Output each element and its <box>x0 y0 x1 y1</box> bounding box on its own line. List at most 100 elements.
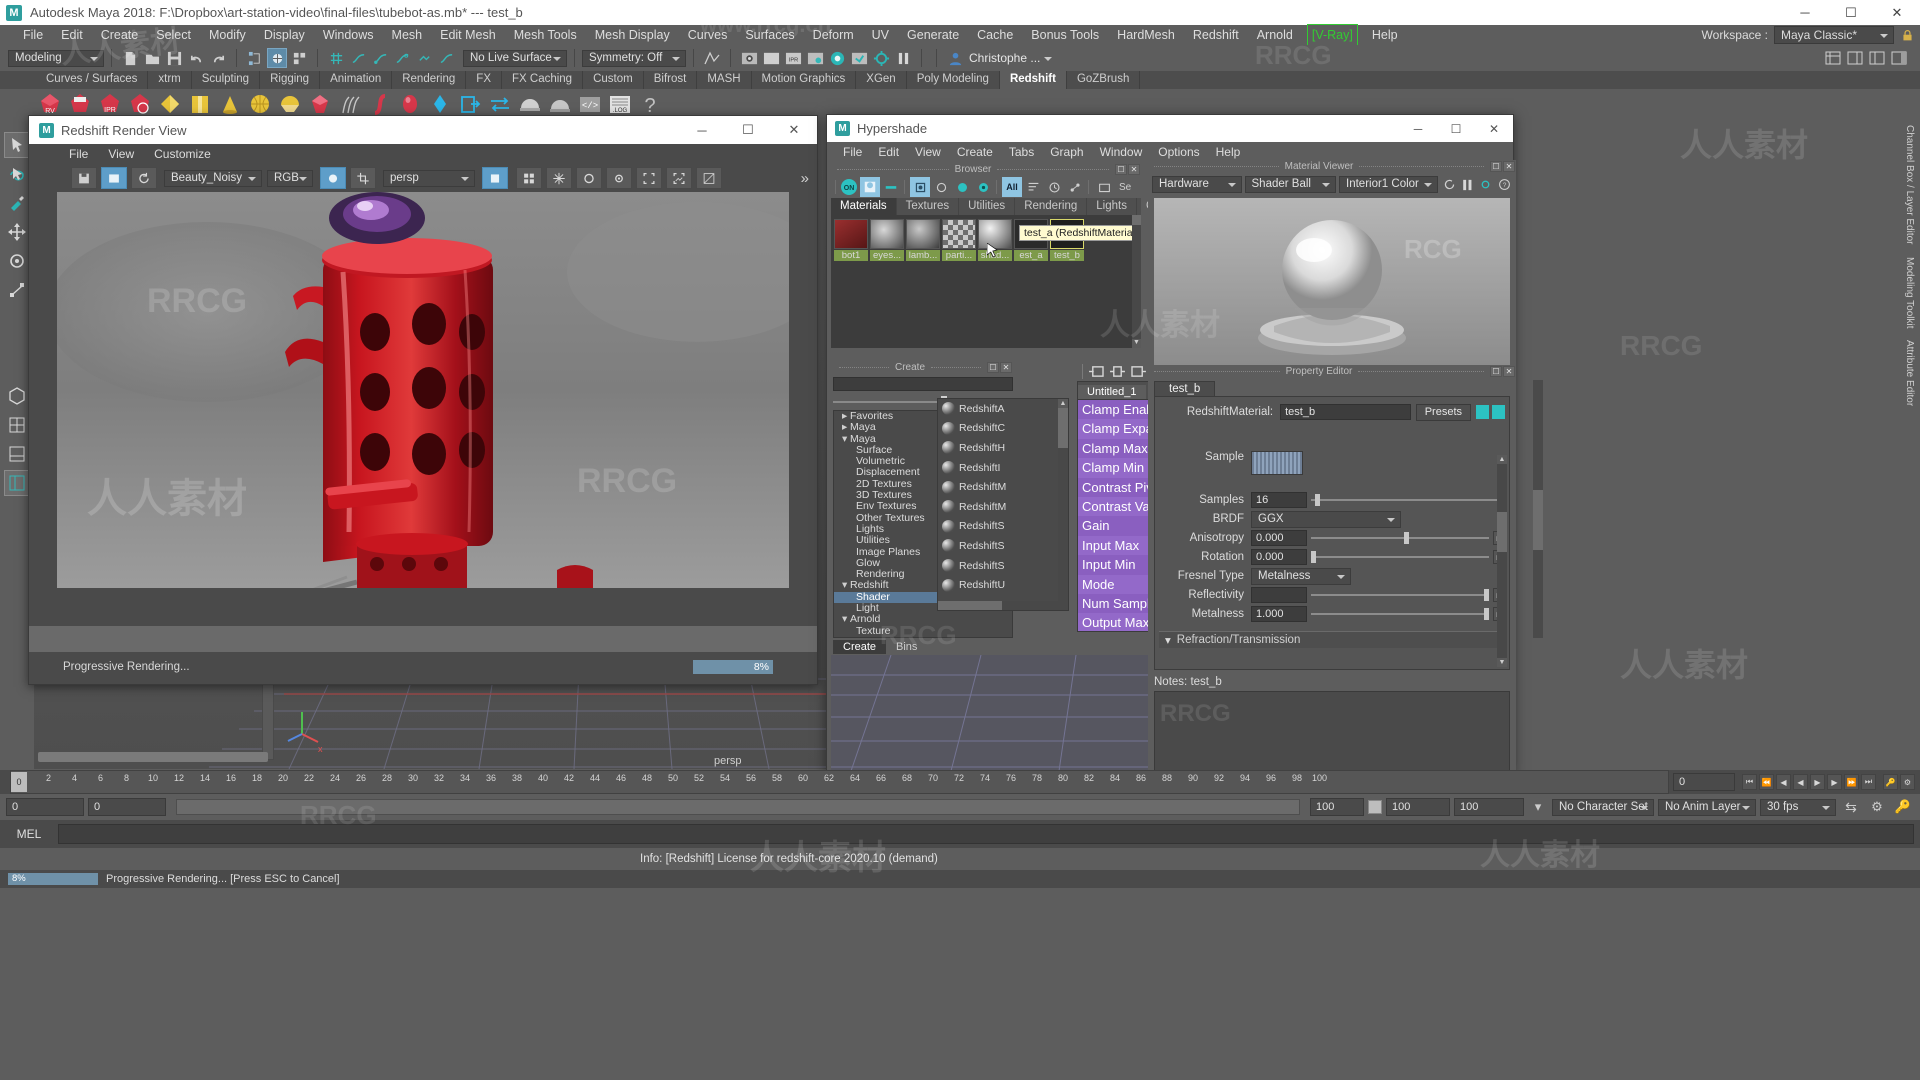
rv-exposure-icon[interactable] <box>320 167 346 189</box>
property-editor-tab-test-b[interactable]: test_b <box>1154 381 1215 396</box>
browser-tab-materials[interactable]: Materials <box>831 198 897 215</box>
create-undock-button[interactable]: ☐ <box>987 362 999 373</box>
shelf-tab-animation[interactable]: Animation <box>320 71 392 89</box>
presets-button[interactable]: Presets <box>1416 404 1471 421</box>
hypershade-minimize-button[interactable]: ─ <box>1399 115 1437 142</box>
node-list-item[interactable]: RedshiftH <box>938 438 1068 458</box>
row-value[interactable]: 1.000 <box>1251 606 1307 622</box>
property-editor-undock-button[interactable]: ☐ <box>1490 366 1502 377</box>
command-language-label[interactable]: MEL <box>0 827 58 841</box>
notes-textarea[interactable] <box>1154 691 1510 771</box>
material-viewer-help-icon[interactable]: ? <box>1496 177 1512 193</box>
input-output-connections-icon[interactable] <box>1108 363 1126 379</box>
go-to-start-button[interactable]: ⏮ <box>1742 774 1757 790</box>
create-footer-tab-create[interactable]: Create <box>833 640 886 654</box>
scale-tool-icon[interactable] <box>4 277 30 303</box>
playback-end-field[interactable]: 100 <box>1454 798 1524 816</box>
render-view-minimize-button[interactable]: ─ <box>679 116 725 144</box>
dock-label-attribute-editor[interactable]: Attribute Editor <box>1902 334 1917 412</box>
redshift-portal-icon[interactable] <box>306 91 334 118</box>
render-view-menu-file[interactable]: File <box>59 147 98 161</box>
snap-to-point-icon[interactable] <box>370 48 390 68</box>
shelf-tab-bifrost[interactable]: Bifrost <box>644 71 698 89</box>
redshift-render-view-window[interactable]: M Redshift Render View ─ ☐ ✕ File View C… <box>28 115 818 685</box>
menu-item-mesh-display[interactable]: Mesh Display <box>586 25 679 45</box>
shelf-tab-fx[interactable]: FX <box>466 71 502 89</box>
select-tool-icon[interactable] <box>4 132 30 158</box>
redshift-sphere-icon[interactable] <box>396 91 424 118</box>
node-list-hscrollbar[interactable] <box>938 601 1069 610</box>
row-slider[interactable] <box>1311 492 1501 508</box>
menu-item-mesh-tools[interactable]: Mesh Tools <box>505 25 586 45</box>
material-viewer-preview[interactable]: RCG <box>1154 198 1510 366</box>
timeline-ticks[interactable]: 0 <box>10 770 1669 794</box>
loop-playback-icon[interactable]: ⇆ <box>1840 799 1862 816</box>
redo-icon[interactable] <box>208 48 228 68</box>
render-view-menu-view[interactable]: View <box>98 147 144 161</box>
hypershade-menu-create[interactable]: Create <box>949 145 1001 159</box>
step-forward-key-button[interactable]: ⏩ <box>1844 774 1859 790</box>
property-editor-close-button[interactable]: ✕ <box>1503 366 1515 377</box>
key-preferences-icon[interactable]: 🔑 <box>1892 799 1914 815</box>
material-swatch-eyes[interactable]: eyes... <box>870 219 904 261</box>
redshift-code-icon[interactable]: </> <box>576 91 604 118</box>
redshift-environment-icon[interactable] <box>426 91 454 118</box>
hypershade-icon[interactable] <box>827 48 847 68</box>
browser-sort-icon[interactable] <box>1023 177 1043 197</box>
rv-fit-icon[interactable] <box>636 167 662 189</box>
attribute-editor-toggle-icon[interactable] <box>1845 48 1865 68</box>
hypershade-menu-file[interactable]: File <box>835 145 870 159</box>
select-by-component-icon[interactable] <box>289 48 309 68</box>
step-back-frame-button[interactable]: ◀ <box>1776 774 1791 790</box>
menu-item-mesh[interactable]: Mesh <box>383 25 432 45</box>
redshift-proxy-icon[interactable] <box>156 91 184 118</box>
redshift-log-icon[interactable]: .LOG <box>606 91 634 118</box>
ipr-render-icon[interactable]: IPR <box>783 48 803 68</box>
menu-item-edit[interactable]: Edit <box>52 25 92 45</box>
snap-to-grid-icon[interactable] <box>326 48 346 68</box>
shelf-tab-fx-caching[interactable]: FX Caching <box>502 71 583 89</box>
make-live-icon[interactable] <box>436 48 456 68</box>
node-list-item[interactable]: RedshiftI <box>938 458 1068 478</box>
minimize-button[interactable]: ─ <box>1782 0 1828 25</box>
redshift-volume-icon[interactable] <box>186 91 214 118</box>
render-view-menu-customize[interactable]: Customize <box>144 147 221 161</box>
rv-camera-selector[interactable]: persp <box>383 170 475 187</box>
signed-in-user[interactable]: Christophe ... <box>966 51 1056 65</box>
menu-item-uv[interactable]: UV <box>863 25 898 45</box>
node-list-item[interactable]: RedshiftM <box>938 477 1068 497</box>
rv-lock-aspect-icon[interactable] <box>482 167 508 189</box>
menu-item-arnold[interactable]: Arnold <box>1248 25 1302 45</box>
select-by-hierarchy-icon[interactable] <box>245 48 265 68</box>
step-forward-frame-button[interactable]: ▶ <box>1827 774 1842 790</box>
range-options-icon[interactable]: ▾ <box>1528 799 1548 815</box>
close-button[interactable]: ✕ <box>1874 0 1920 25</box>
hypershade-menu-help[interactable]: Help <box>1208 145 1249 159</box>
rv-settings-icon[interactable] <box>606 167 632 189</box>
browser-tab-lights[interactable]: Lights <box>1087 198 1137 215</box>
input-connections-icon[interactable] <box>1087 363 1105 379</box>
dock-label-modeling-toolkit[interactable]: Modeling Toolkit <box>1902 251 1917 335</box>
browser-swatch-view-icon[interactable] <box>860 177 880 197</box>
anim-layer-selector[interactable]: No Anim Layer <box>1658 799 1756 816</box>
row-slider[interactable] <box>1311 606 1489 622</box>
rv-snapshot-icon[interactable] <box>546 167 572 189</box>
hypershade-menu-edit[interactable]: Edit <box>870 145 907 159</box>
node-focus-icon[interactable] <box>1476 405 1489 419</box>
paint-select-tool-icon[interactable] <box>4 190 30 216</box>
menu-item-vray[interactable]: [V-Ray] <box>1307 24 1358 46</box>
menu-item-bonus-tools[interactable]: Bonus Tools <box>1022 25 1108 45</box>
hypershade-menu-graph[interactable]: Graph <box>1042 145 1091 159</box>
shelf-tab-gozbrush[interactable]: GoZBrush <box>1067 71 1140 89</box>
create-close-button[interactable]: ✕ <box>1000 362 1012 373</box>
hypershade-menu-tabs[interactable]: Tabs <box>1001 145 1042 159</box>
live-surface-field[interactable]: No Live Surface <box>463 50 567 67</box>
row-value-combo[interactable]: Metalness <box>1251 568 1351 585</box>
hypershade-right-scrollbar[interactable] <box>1533 380 1543 638</box>
material-swatch-bot1[interactable]: bot1 <box>834 219 868 261</box>
material-swatch-particle[interactable]: parti... <box>942 219 976 261</box>
redshift-export-icon[interactable] <box>456 91 484 118</box>
shelf-tab-redshift[interactable]: Redshift <box>1000 71 1067 89</box>
redshift-bake-set-icon[interactable] <box>546 91 574 118</box>
shelf-tab-rigging[interactable]: Rigging <box>260 71 320 89</box>
